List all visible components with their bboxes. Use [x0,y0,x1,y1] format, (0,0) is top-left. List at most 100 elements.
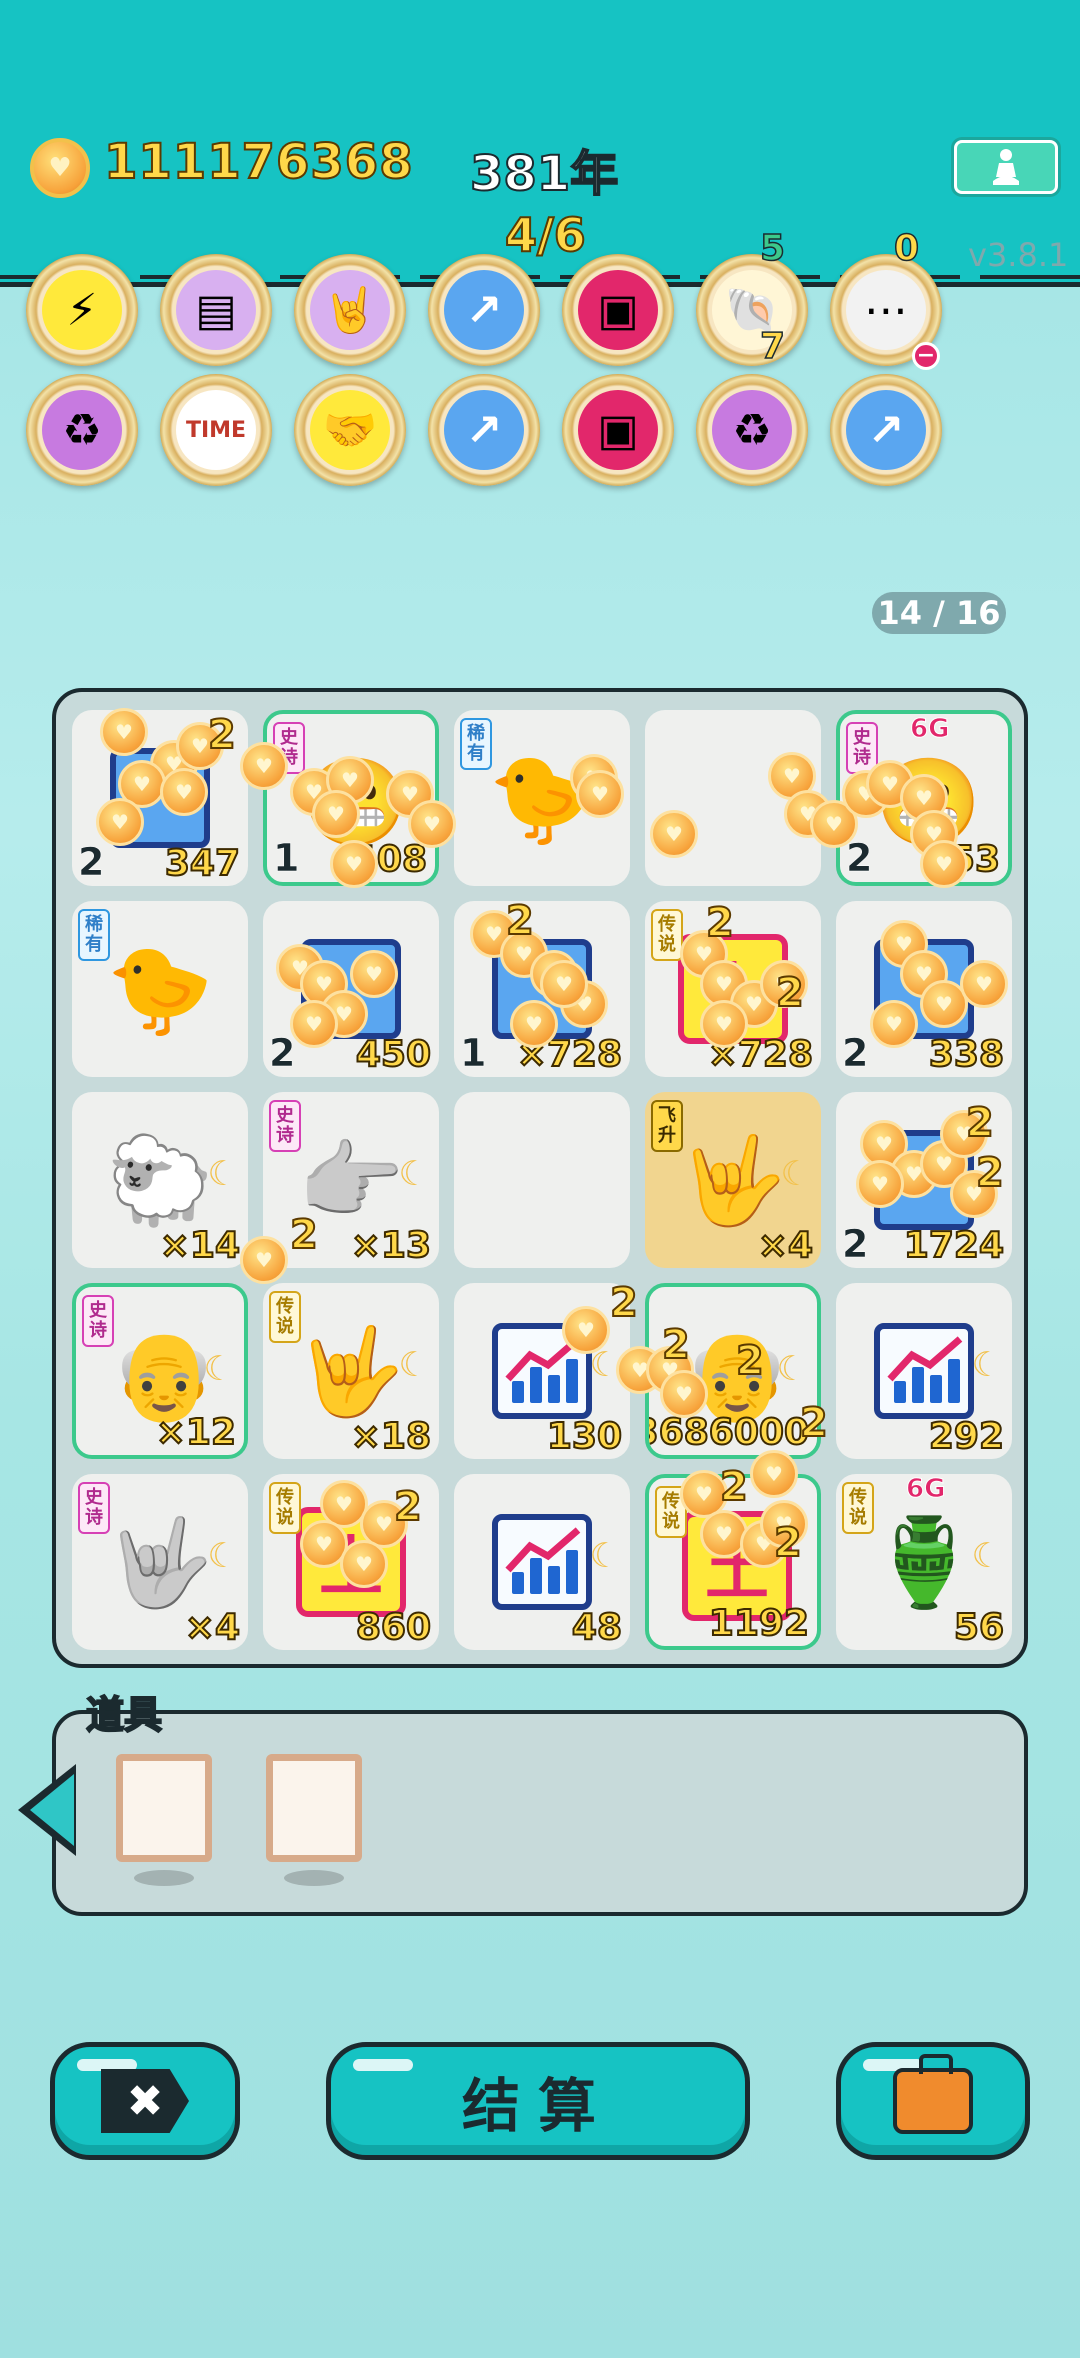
floating-coin-icon: ♥ [96,798,144,846]
board-cell[interactable]: ☾ 292 [836,1283,1012,1459]
stack-count: 2 [842,1222,869,1267]
board-cell[interactable]: ☾ 130 [454,1283,630,1459]
relic-row1-6[interactable]: 🐚 [696,254,808,366]
briefcase-icon [893,2054,973,2134]
sign-card-icon: ▣ [578,390,658,470]
floating-bonus-number: 2 [975,1149,1005,1197]
board-cell[interactable]: 🐤 稀有 [72,901,248,1077]
board-cell[interactable]: 🏺 ☾ 传说 6G 56 [836,1474,1012,1650]
cell-value: 450 [355,1033,432,1076]
rarity-tag: 传说 [842,1482,874,1534]
cell-value: ×4 [757,1224,814,1267]
rarity-tag: 传说 [269,1482,301,1534]
stack-count: 1 [273,836,300,881]
floating-bonus-number: 2 [705,899,735,947]
cell-value: 1192 [708,1602,810,1645]
moon-icon: ☾ [207,1536,238,1576]
relic-row1-3[interactable]: 🤘 [294,254,406,366]
handshake-icon: 🤝 [310,390,390,470]
floating-coin-icon: ♥ [650,810,698,858]
moon-icon: ☾ [207,1154,238,1194]
relic-top-count: 0 [893,227,920,270]
relic-row1-1[interactable]: ⚡ [26,254,138,366]
prop-slot-1[interactable] [116,1754,212,1862]
version-label: v3.8.1 [968,236,1069,274]
stack-count: 2 [842,1031,869,1076]
recycle-icon: ♻ [42,390,122,470]
cell-value: ×14 [159,1224,241,1267]
cancel-button[interactable]: ✖ [50,2042,240,2160]
briefcase-button[interactable] [836,2042,1030,2160]
board-count: 14 / 16 [872,592,1006,634]
board-cell[interactable]: 🤟 ☾ 传说 ×18 [263,1283,439,1459]
prop-slot-1-shadow [134,1870,194,1886]
lightning-icon: ⚡ [42,270,122,350]
floating-coin-icon: ♥ [510,1000,558,1048]
arrow-card-icon: ↗ [444,270,524,350]
stack-count: 2 [78,840,105,885]
relic-row2-6[interactable]: ♻ [696,374,808,486]
relic-row1-2[interactable]: ▤ [160,254,272,366]
remove-badge-icon[interactable]: − [912,342,940,370]
cell-value: ×18 [350,1415,432,1458]
moon-icon: ☾ [780,1154,811,1194]
relic-row1-5[interactable]: ▣ [562,254,674,366]
cell-value: ×12 [155,1411,237,1454]
floating-bonus-number: 2 [799,1399,829,1447]
floating-coin-icon: ♥ [330,840,378,888]
cell-value: 347 [164,842,241,885]
floating-bonus-number: 2 [661,1321,691,1369]
relic-row2-4[interactable]: ↗ [428,374,540,486]
cell-value: 56 [953,1606,1005,1649]
floating-coin-icon: ♥ [240,1236,288,1284]
relic-row2-2[interactable]: TIME [160,374,272,486]
floating-coin-icon: ♥ [340,1540,388,1588]
collapse-arrow-fill [30,1774,74,1846]
cell-value: 130 [546,1415,623,1458]
moon-icon: ☾ [971,1345,1002,1385]
coin-count: 111176368 [103,133,414,191]
floating-coin-icon: ♥ [100,708,148,756]
floating-coin-icon: ♥ [576,770,624,818]
vase-icon: 🏺 [870,1512,978,1613]
sign-card-icon: ▣ [578,270,658,350]
floating-bonus-number: 2 [719,1463,749,1511]
board-cell[interactable]: ☾ 48 [454,1474,630,1650]
floating-bonus-number: 2 [393,1483,423,1531]
rarity-tag: 飞升 [651,1100,683,1152]
moon-icon: ☾ [203,1349,234,1389]
floating-bonus-number: 2 [735,1337,765,1385]
board-cell[interactable]: 👴 ☾ 史诗 ×12 [72,1283,248,1459]
floating-bonus-number: 2 [505,897,535,945]
moon-icon: ☾ [398,1154,429,1194]
relic-row2-1[interactable]: ♻ [26,374,138,486]
rarity-tag: 稀有 [460,718,492,770]
floating-coin-icon: ♥ [562,1306,610,1354]
floating-coin-icon: ♥ [870,1000,918,1048]
meditation-button[interactable] [954,140,1058,194]
empty-slot [478,1120,606,1240]
board-cell[interactable]: 🐑 ☾ ×14 [72,1092,248,1268]
floating-coin-icon: ♥ [856,1160,904,1208]
relic-bottom-count: 7 [759,325,786,368]
floating-coin-icon: ♥ [240,742,288,790]
relic-row1-4[interactable]: ↗ [428,254,540,366]
relic-row2-5[interactable]: ▣ [562,374,674,486]
board-cell[interactable] [454,1092,630,1268]
floating-coin-icon: ♥ [750,1450,798,1498]
board-cell[interactable]: 🤟 ☾ 飞升 ×4 [645,1092,821,1268]
board-cell[interactable]: 🤟 ☾ 史诗 ×4 [72,1474,248,1650]
settle-button[interactable]: 结算 [326,2042,750,2160]
floating-coin-icon: ♥ [920,840,968,888]
egg-tray-icon: ⋯ [846,270,926,350]
arrow-card-icon: ↗ [846,390,926,470]
floating-coin-icon: ♥ [350,950,398,998]
prop-slot-2[interactable] [266,1754,362,1862]
moon-icon: ☾ [776,1349,807,1389]
stack-count: 1 [460,1031,487,1076]
rock-hand-icon: 🤟 [679,1130,787,1231]
floating-coin-icon: ♥ [312,790,360,838]
chick-icon: 🐤 [106,939,214,1040]
relic-row2-3[interactable]: 🤝 [294,374,406,486]
relic-row2-7[interactable]: ↗ [830,374,942,486]
